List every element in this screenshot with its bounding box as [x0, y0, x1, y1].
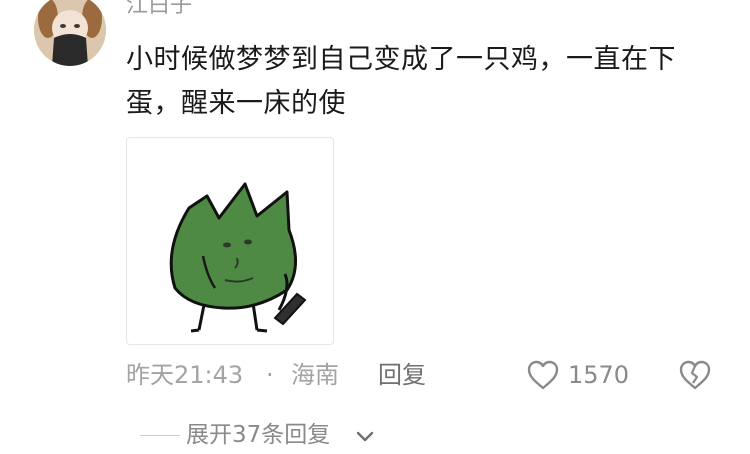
timestamp: 昨天21:43 [126, 361, 244, 389]
like-count: 1570 [568, 361, 630, 389]
comment-meta-row: 昨天21:43 · 海南 回复 1570 [126, 358, 726, 392]
green-leaf-creature-sticker-icon [169, 182, 307, 333]
divider-line [140, 435, 180, 436]
username[interactable]: 江白子 [126, 0, 192, 20]
broken-heart-icon[interactable] [678, 359, 712, 391]
reply-button[interactable]: 回复 [378, 358, 426, 392]
avatar[interactable] [34, 0, 106, 66]
expand-replies-row[interactable]: 展开37条回复 [126, 418, 526, 452]
meta-separator: · [266, 361, 274, 389]
chevron-down-icon[interactable] [354, 425, 376, 447]
sticker-image[interactable] [126, 137, 334, 345]
expand-replies-button[interactable]: 展开37条回复 [186, 418, 330, 452]
heart-outline-icon[interactable] [526, 359, 560, 391]
avatar-image [34, 0, 106, 66]
location: 海南 [291, 361, 339, 389]
comment-text: 小时候做梦梦到自己变成了一只鸡，一直在下蛋，醒来一床的使 [126, 44, 676, 119]
